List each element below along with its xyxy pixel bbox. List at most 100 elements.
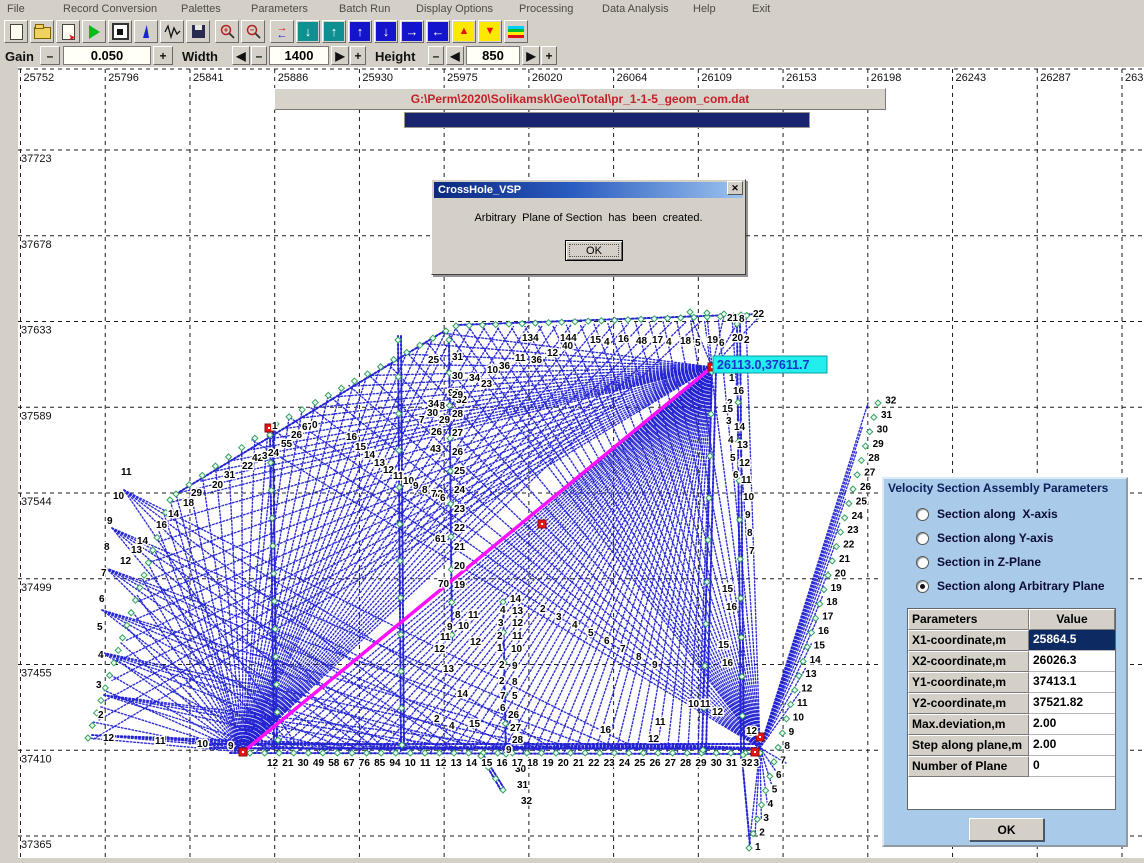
svg-text:14: 14 [168,509,180,520]
menu-item-file[interactable]: File [7,3,25,15]
waveform-button[interactable] [160,20,184,43]
menu-item-display-options[interactable]: Display Options [416,3,493,15]
gain-decrease-button[interactable]: – [40,46,60,65]
height-left-button[interactable]: ◀ [446,46,464,65]
svg-text:1: 1 [497,643,503,654]
menu-item-help[interactable]: Help [693,3,716,15]
height-decrease-button[interactable]: – [428,46,444,65]
play-button[interactable] [82,20,106,43]
blue-up-arrow-button[interactable]: ↑ [348,20,372,43]
svg-text:20: 20 [212,480,224,491]
svg-text:18: 18 [183,498,195,509]
radio-section-along-x-axis[interactable]: Section along X-axis [916,507,1058,521]
width-left-button[interactable]: ◀ [232,46,250,65]
svg-text:16: 16 [722,658,734,669]
file-path-text: G:\Perm\2020\Solikamsk\Geo\Total\pr_1-1-… [411,92,750,106]
blue-down-arrow-button[interactable]: ↓ [374,20,398,43]
menu-item-parameters[interactable]: Parameters [251,3,308,15]
svg-text:15: 15 [590,335,602,346]
table-row: Number of Plane 0 [908,756,1115,777]
radio-button-icon [916,580,929,593]
close-icon[interactable]: ✕ [727,181,743,195]
svg-text:25886: 25886 [278,72,309,84]
swap-arrows-button[interactable]: →← [270,20,294,43]
svg-text:3: 3 [556,612,562,623]
svg-text:27: 27 [510,723,522,734]
gain-input[interactable] [63,46,151,65]
dialog-ok-button[interactable]: OK [565,240,623,261]
blue-left-arrow-button[interactable]: ← [426,20,450,43]
progress-bar [404,112,810,128]
width-decrease-button[interactable]: – [251,46,267,65]
svg-text:20: 20 [558,758,570,769]
svg-text:61: 61 [435,534,447,545]
new-file-button[interactable] [4,20,28,43]
menu-item-palettes[interactable]: Palettes [181,3,221,15]
menu-item-batch-run[interactable]: Batch Run [339,3,390,15]
param-value-cell[interactable]: 0 [1029,756,1115,777]
dialog-message: Arbitrary Plane of Section has been crea… [432,212,745,224]
menu-item-processing[interactable]: Processing [519,3,573,15]
menu-item-record-conversion[interactable]: Record Conversion [63,3,157,15]
svg-text:15: 15 [722,404,734,415]
svg-text:7: 7 [749,546,755,557]
svg-text:14: 14 [510,594,522,605]
svg-text:11: 11 [121,467,132,478]
svg-text:12: 12 [103,733,115,744]
width-right-button[interactable]: ▶ [331,46,349,65]
param-value-cell[interactable]: 2.00 [1029,714,1115,735]
width-increase-button[interactable]: + [350,46,366,65]
save-as-button[interactable]: ➤ [56,20,80,43]
svg-text:4: 4 [500,605,506,616]
svg-text:16: 16 [600,725,612,736]
dialog-title-bar[interactable]: CrossHole_VSP [434,182,743,198]
svg-text:3: 3 [498,618,504,629]
svg-text:4: 4 [666,337,672,348]
panel-ok-button[interactable]: OK [969,818,1044,841]
width-input[interactable] [269,46,329,65]
radio-section-in-z-plane[interactable]: Section in Z-Plane [916,555,1041,569]
param-value-cell[interactable]: 37413.1 [1029,672,1115,693]
palette-bars-button[interactable] [504,20,528,43]
param-value-cell[interactable]: 37521.82 [1029,693,1115,714]
menu-item-data-analysis[interactable]: Data Analysis [602,3,669,15]
height-input[interactable] [466,46,520,65]
red-triangle-up-button[interactable]: ▲ [452,20,476,43]
svg-text:25: 25 [428,355,440,366]
svg-text:28: 28 [680,758,692,769]
stop-button[interactable] [108,20,132,43]
red-triangle-down-button[interactable]: ▼ [478,20,502,43]
svg-text:6: 6 [99,594,105,605]
param-value-cell[interactable]: 26026.3 [1029,651,1115,672]
height-right-button[interactable]: ▶ [522,46,540,65]
radio-section-along-arbitrary-plane[interactable]: Section along Arbitrary Plane [916,579,1105,593]
table-row: Y2-coordinate,m 37521.82 [908,693,1115,714]
svg-text:67: 67 [344,758,356,769]
svg-text:28: 28 [452,409,464,420]
teal-down-arrow-button[interactable]: ↓ [296,20,320,43]
radio-section-along-y-axis[interactable]: Section along Y-axis [916,531,1053,545]
blue-right-arrow-icon: → [402,22,422,41]
svg-text:29: 29 [452,390,464,401]
svg-text:14: 14 [457,689,469,700]
gain-increase-button[interactable]: + [153,46,173,65]
svg-text:17: 17 [652,335,664,346]
zoom-out-button[interactable]: − [241,20,265,43]
histogram-button[interactable] [134,20,158,43]
zoom-in-button[interactable]: + [215,20,239,43]
svg-text:21: 21 [727,313,739,324]
open-folder-button[interactable] [30,20,54,43]
menu-item-exit[interactable]: Exit [752,3,770,15]
svg-text:13: 13 [805,669,817,680]
height-increase-button[interactable]: + [541,46,557,65]
svg-text:14: 14 [734,422,746,433]
save-button[interactable] [186,20,210,43]
blue-right-arrow-button[interactable]: → [400,20,424,43]
teal-up-arrow-button[interactable]: ↑ [322,20,346,43]
svg-text:5: 5 [695,338,701,349]
svg-text:12: 12 [739,458,751,469]
param-value-cell[interactable]: 2.00 [1029,735,1115,756]
param-value-cell[interactable]: 25864.5 [1029,630,1115,651]
svg-text:29: 29 [191,488,203,499]
svg-text:27: 27 [864,468,876,479]
